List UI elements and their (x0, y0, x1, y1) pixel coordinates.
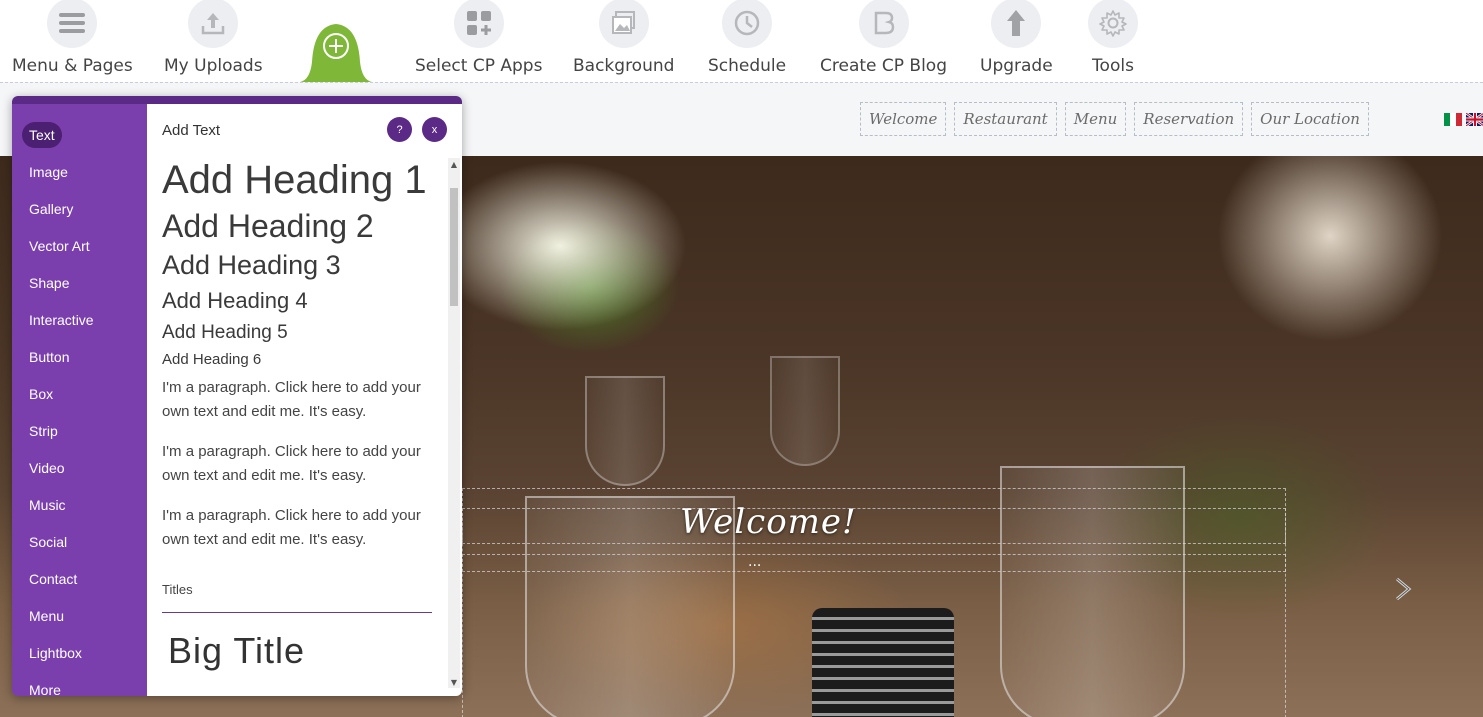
wine-glass-image (770, 356, 840, 466)
category-lightbox[interactable]: Lightbox (22, 640, 89, 666)
category-text[interactable]: Text (22, 122, 62, 148)
my-uploads-button[interactable]: My Uploads (164, 0, 263, 76)
my-uploads-label: My Uploads (164, 56, 263, 76)
image-icon (598, 0, 649, 48)
upgrade-label: Upgrade (980, 56, 1053, 76)
hero-title[interactable]: Welcome! (680, 502, 857, 542)
help-button[interactable]: ? (387, 117, 412, 142)
scroll-down-icon[interactable]: ▼ (448, 676, 460, 688)
site-navigation: Welcome Restaurant Menu Reservation Our … (860, 101, 1377, 137)
add-elements-panel: Text Image Gallery Vector Art Shape Inte… (12, 96, 462, 696)
text-presets-list: Add Heading 1 Add Heading 2 Add Heading … (147, 158, 447, 688)
paragraph-preset[interactable]: I'm a paragraph. Click here to add your … (162, 504, 442, 552)
title-box-outline (462, 508, 1286, 544)
category-video[interactable]: Video (22, 455, 72, 481)
category-vector-art[interactable]: Vector Art (22, 233, 97, 259)
gear-icon (1088, 0, 1138, 48)
tools-button[interactable]: Tools (1088, 0, 1138, 76)
blog-icon (858, 0, 909, 48)
paragraph-preset[interactable]: I'm a paragraph. Click here to add your … (162, 440, 442, 488)
italy-flag-icon[interactable] (1444, 113, 1462, 126)
nav-item-our-location[interactable]: Our Location (1251, 102, 1369, 136)
nav-item-restaurant[interactable]: Restaurant (954, 102, 1057, 136)
add-elements-button[interactable] (300, 22, 372, 82)
paragraph-preset[interactable]: I'm a paragraph. Click here to add your … (162, 376, 442, 424)
panel-scrollbar[interactable]: ▲ ▼ (448, 158, 460, 688)
create-cp-blog-label: Create CP Blog (820, 56, 947, 76)
background-button[interactable]: Background (573, 0, 674, 76)
create-cp-blog-button[interactable]: Create CP Blog (820, 0, 947, 76)
tools-label: Tools (1092, 56, 1134, 76)
heading-1-preset[interactable]: Add Heading 1 (162, 158, 427, 203)
scroll-up-icon[interactable]: ▲ (448, 158, 460, 170)
category-music[interactable]: Music (22, 492, 73, 518)
menu-pages-button[interactable]: Menu & Pages (12, 0, 133, 76)
chevron-right-icon[interactable] (1393, 576, 1413, 602)
schedule-button[interactable]: Schedule (708, 0, 786, 76)
category-contact[interactable]: Contact (22, 566, 84, 592)
upgrade-button[interactable]: Upgrade (980, 0, 1053, 76)
scroll-thumb[interactable] (450, 188, 458, 306)
category-strip[interactable]: Strip (22, 418, 65, 444)
heading-3-preset[interactable]: Add Heading 3 (162, 250, 341, 281)
apps-grid-icon (453, 0, 504, 48)
titles-section-label: Titles (162, 582, 193, 597)
nav-item-reservation[interactable]: Reservation (1134, 102, 1244, 136)
panel-title: Add Text (162, 122, 221, 139)
arrow-up-icon (991, 0, 1042, 48)
hero-subtitle[interactable]: ... (748, 554, 761, 570)
panel-top-bar (12, 96, 462, 104)
uk-flag-icon[interactable] (1466, 113, 1483, 126)
wine-glass-image (585, 376, 665, 486)
upload-icon (188, 0, 239, 48)
section-divider (162, 612, 432, 613)
nav-item-menu[interactable]: Menu (1064, 102, 1127, 136)
menu-pages-label: Menu & Pages (12, 56, 133, 76)
category-button[interactable]: Button (22, 344, 76, 370)
category-box[interactable]: Box (22, 381, 60, 407)
heading-2-preset[interactable]: Add Heading 2 (162, 208, 374, 245)
schedule-label: Schedule (708, 56, 787, 76)
background-label: Background (573, 56, 675, 76)
select-cp-apps-button[interactable]: Select CP Apps (415, 0, 542, 76)
big-title-preset[interactable]: Big Title (168, 630, 305, 672)
subtitle-box-outline (462, 554, 1286, 572)
category-list: Text Image Gallery Vector Art Shape Inte… (12, 104, 147, 696)
category-menu[interactable]: Menu (22, 603, 71, 629)
category-social[interactable]: Social (22, 529, 74, 555)
heading-6-preset[interactable]: Add Heading 6 (162, 351, 261, 368)
nav-item-welcome[interactable]: Welcome (860, 102, 947, 136)
category-image[interactable]: Image (22, 159, 75, 185)
category-gallery[interactable]: Gallery (22, 196, 80, 222)
top-toolbar: Menu & Pages My Uploads Select CP Apps B… (0, 0, 1483, 82)
clock-icon (722, 0, 773, 48)
hamburger-icon (47, 0, 98, 48)
category-more[interactable]: More (22, 677, 68, 696)
heading-4-preset[interactable]: Add Heading 4 (162, 288, 308, 314)
heading-5-preset[interactable]: Add Heading 5 (162, 322, 288, 344)
panel-content: Add Text ? x Add Heading 1 Add Heading 2… (147, 104, 462, 696)
category-shape[interactable]: Shape (22, 270, 76, 296)
category-interactive[interactable]: Interactive (22, 307, 101, 333)
language-selector (1444, 113, 1483, 126)
select-cp-apps-label: Select CP Apps (415, 56, 543, 76)
close-button[interactable]: x (422, 117, 447, 142)
